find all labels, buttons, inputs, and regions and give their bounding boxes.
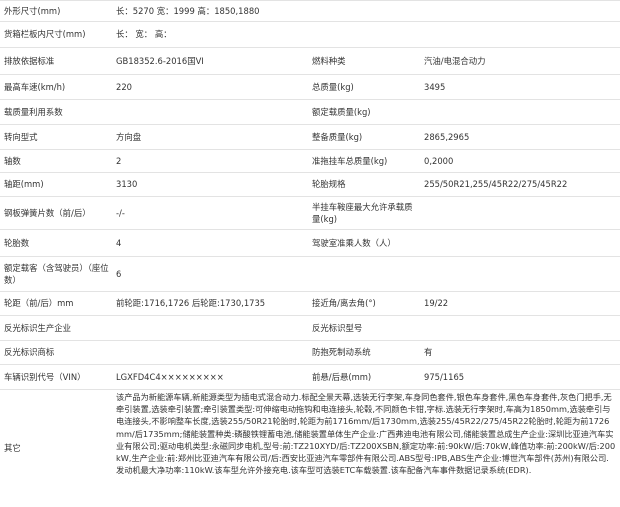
spec-label: 总质量(kg) bbox=[312, 81, 354, 92]
table-row: 额定载客（含驾驶员）（座位数） 6 bbox=[0, 257, 620, 292]
spec-label: 整备质量(kg) bbox=[312, 131, 363, 142]
other-notes: 该产品为新能源车辆,新能源类型为插电式混合动力.标配全景天幕,选装无行李架,车身… bbox=[116, 392, 616, 476]
spec-value bbox=[424, 197, 616, 229]
table-row: 轮距（前/后）mm 前轮距:1716,1726 后轮距:1730,1735 接近… bbox=[0, 292, 620, 316]
table-row: 钢板弹簧片数（前/后） -/- 半挂车鞍座最大允许承载质量(kg) bbox=[0, 197, 620, 230]
spec-label: 外形尺寸(mm) bbox=[4, 5, 61, 16]
spec-value: 19/22 bbox=[424, 298, 449, 309]
spec-label: 轮胎规格 bbox=[312, 179, 346, 190]
spec-label: 轮距（前/后）mm bbox=[4, 298, 74, 309]
spec-value: GB18352.6-2016国VI bbox=[116, 55, 204, 66]
spec-value bbox=[116, 341, 306, 364]
spec-value: 975/1165 bbox=[424, 371, 465, 382]
spec-value: 3130 bbox=[116, 179, 138, 190]
spec-value: 3495 bbox=[424, 81, 446, 92]
spec-label: 准拖挂车总质量(kg) bbox=[312, 155, 388, 166]
vehicle-spec-table: 外形尺寸(mm) 长：5270 宽：1999 高：1850,1880 货箱栏板内… bbox=[0, 0, 620, 507]
table-row: 轴距(mm) 3130 轮胎规格 255/50R21,255/45R22/275… bbox=[0, 173, 620, 197]
spec-value bbox=[424, 100, 616, 124]
spec-label: 反光标识型号 bbox=[312, 322, 363, 333]
table-row: 货箱栏板内尺寸(mm) 长： 宽： 高： bbox=[0, 22, 620, 48]
spec-value: 2 bbox=[116, 155, 122, 166]
spec-value: 汽油/电混合动力 bbox=[424, 55, 486, 66]
spec-value bbox=[116, 100, 306, 124]
table-row: 最高车速(km/h) 220 总质量(kg) 3495 bbox=[0, 75, 620, 100]
spec-value: 方向盘 bbox=[116, 131, 142, 142]
table-row: 反光标识生产企业 反光标识型号 bbox=[0, 316, 620, 341]
spec-value: 4 bbox=[116, 237, 122, 248]
spec-label: 前悬/后悬(mm) bbox=[312, 371, 372, 382]
spec-label: 燃料种类 bbox=[312, 55, 346, 66]
spec-value: 2865,2965 bbox=[424, 131, 470, 142]
spec-label: 最高车速(km/h) bbox=[4, 81, 66, 92]
spec-value: 前轮距:1716,1726 后轮距:1730,1735 bbox=[116, 298, 266, 309]
table-row-other: 其它 该产品为新能源车辆,新能源类型为插电式混合动力.标配全景天幕,选装无行李架… bbox=[0, 390, 620, 507]
spec-value bbox=[424, 230, 616, 256]
spec-label: 轴数 bbox=[4, 155, 21, 166]
spec-label: 半挂车鞍座最大允许承载质量(kg) bbox=[312, 201, 413, 224]
spec-value: 6 bbox=[116, 268, 122, 279]
spec-label: 货箱栏板内尺寸(mm) bbox=[4, 29, 86, 40]
table-row: 轴数 2 准拖挂车总质量(kg) 0,2000 bbox=[0, 150, 620, 173]
spec-label: 转向型式 bbox=[4, 131, 38, 142]
spec-label: 排放依据标准 bbox=[4, 55, 55, 66]
spec-value: 255/50R21,255/45R22/275/45R22 bbox=[424, 179, 568, 190]
spec-label: 防抱死制动系统 bbox=[312, 347, 371, 358]
spec-label: 反光标识商标 bbox=[4, 347, 55, 358]
table-row: 排放依据标准 GB18352.6-2016国VI 燃料种类 汽油/电混合动力 bbox=[0, 48, 620, 75]
table-row: 转向型式 方向盘 整备质量(kg) 2865,2965 bbox=[0, 125, 620, 150]
spec-value: 0,2000 bbox=[424, 155, 454, 166]
spec-label: 额定载质量(kg) bbox=[312, 106, 371, 117]
spec-value: 长：5270 宽：1999 高：1850,1880 bbox=[116, 5, 260, 16]
table-row: 反光标识商标 防抱死制动系统 有 bbox=[0, 341, 620, 365]
table-row: 载质量利用系数 额定载质量(kg) bbox=[0, 100, 620, 125]
spec-label: 接近角/离去角(°) bbox=[312, 298, 376, 309]
spec-value bbox=[116, 316, 306, 340]
spec-label: 驾驶室准乘人数（人） bbox=[312, 237, 396, 248]
spec-label: 钢板弹簧片数（前/后） bbox=[4, 207, 91, 218]
table-row: 外形尺寸(mm) 长：5270 宽：1999 高：1850,1880 bbox=[0, 0, 620, 22]
spec-label: 额定载客（含驾驶员）（座位数） bbox=[4, 262, 109, 285]
spec-label: 轴距(mm) bbox=[4, 179, 44, 190]
spec-label: 载质量利用系数 bbox=[4, 106, 63, 117]
spec-label: 反光标识生产企业 bbox=[4, 322, 71, 333]
spec-value: -/- bbox=[116, 207, 125, 218]
spec-value bbox=[424, 316, 616, 340]
spec-value: 有 bbox=[424, 347, 433, 358]
spec-value: LGXFD4C4××××××××× bbox=[116, 371, 224, 382]
spec-label: 轮胎数 bbox=[4, 237, 30, 248]
spec-value: 长： 宽： 高： bbox=[116, 29, 172, 40]
spec-value: 220 bbox=[116, 81, 132, 92]
table-row: 轮胎数 4 驾驶室准乘人数（人） bbox=[0, 230, 620, 257]
table-row: 车辆识别代号（VIN） LGXFD4C4××××××××× 前悬/后悬(mm) … bbox=[0, 365, 620, 390]
spec-label: 车辆识别代号（VIN） bbox=[4, 371, 86, 382]
other-label: 其它 bbox=[4, 443, 21, 454]
